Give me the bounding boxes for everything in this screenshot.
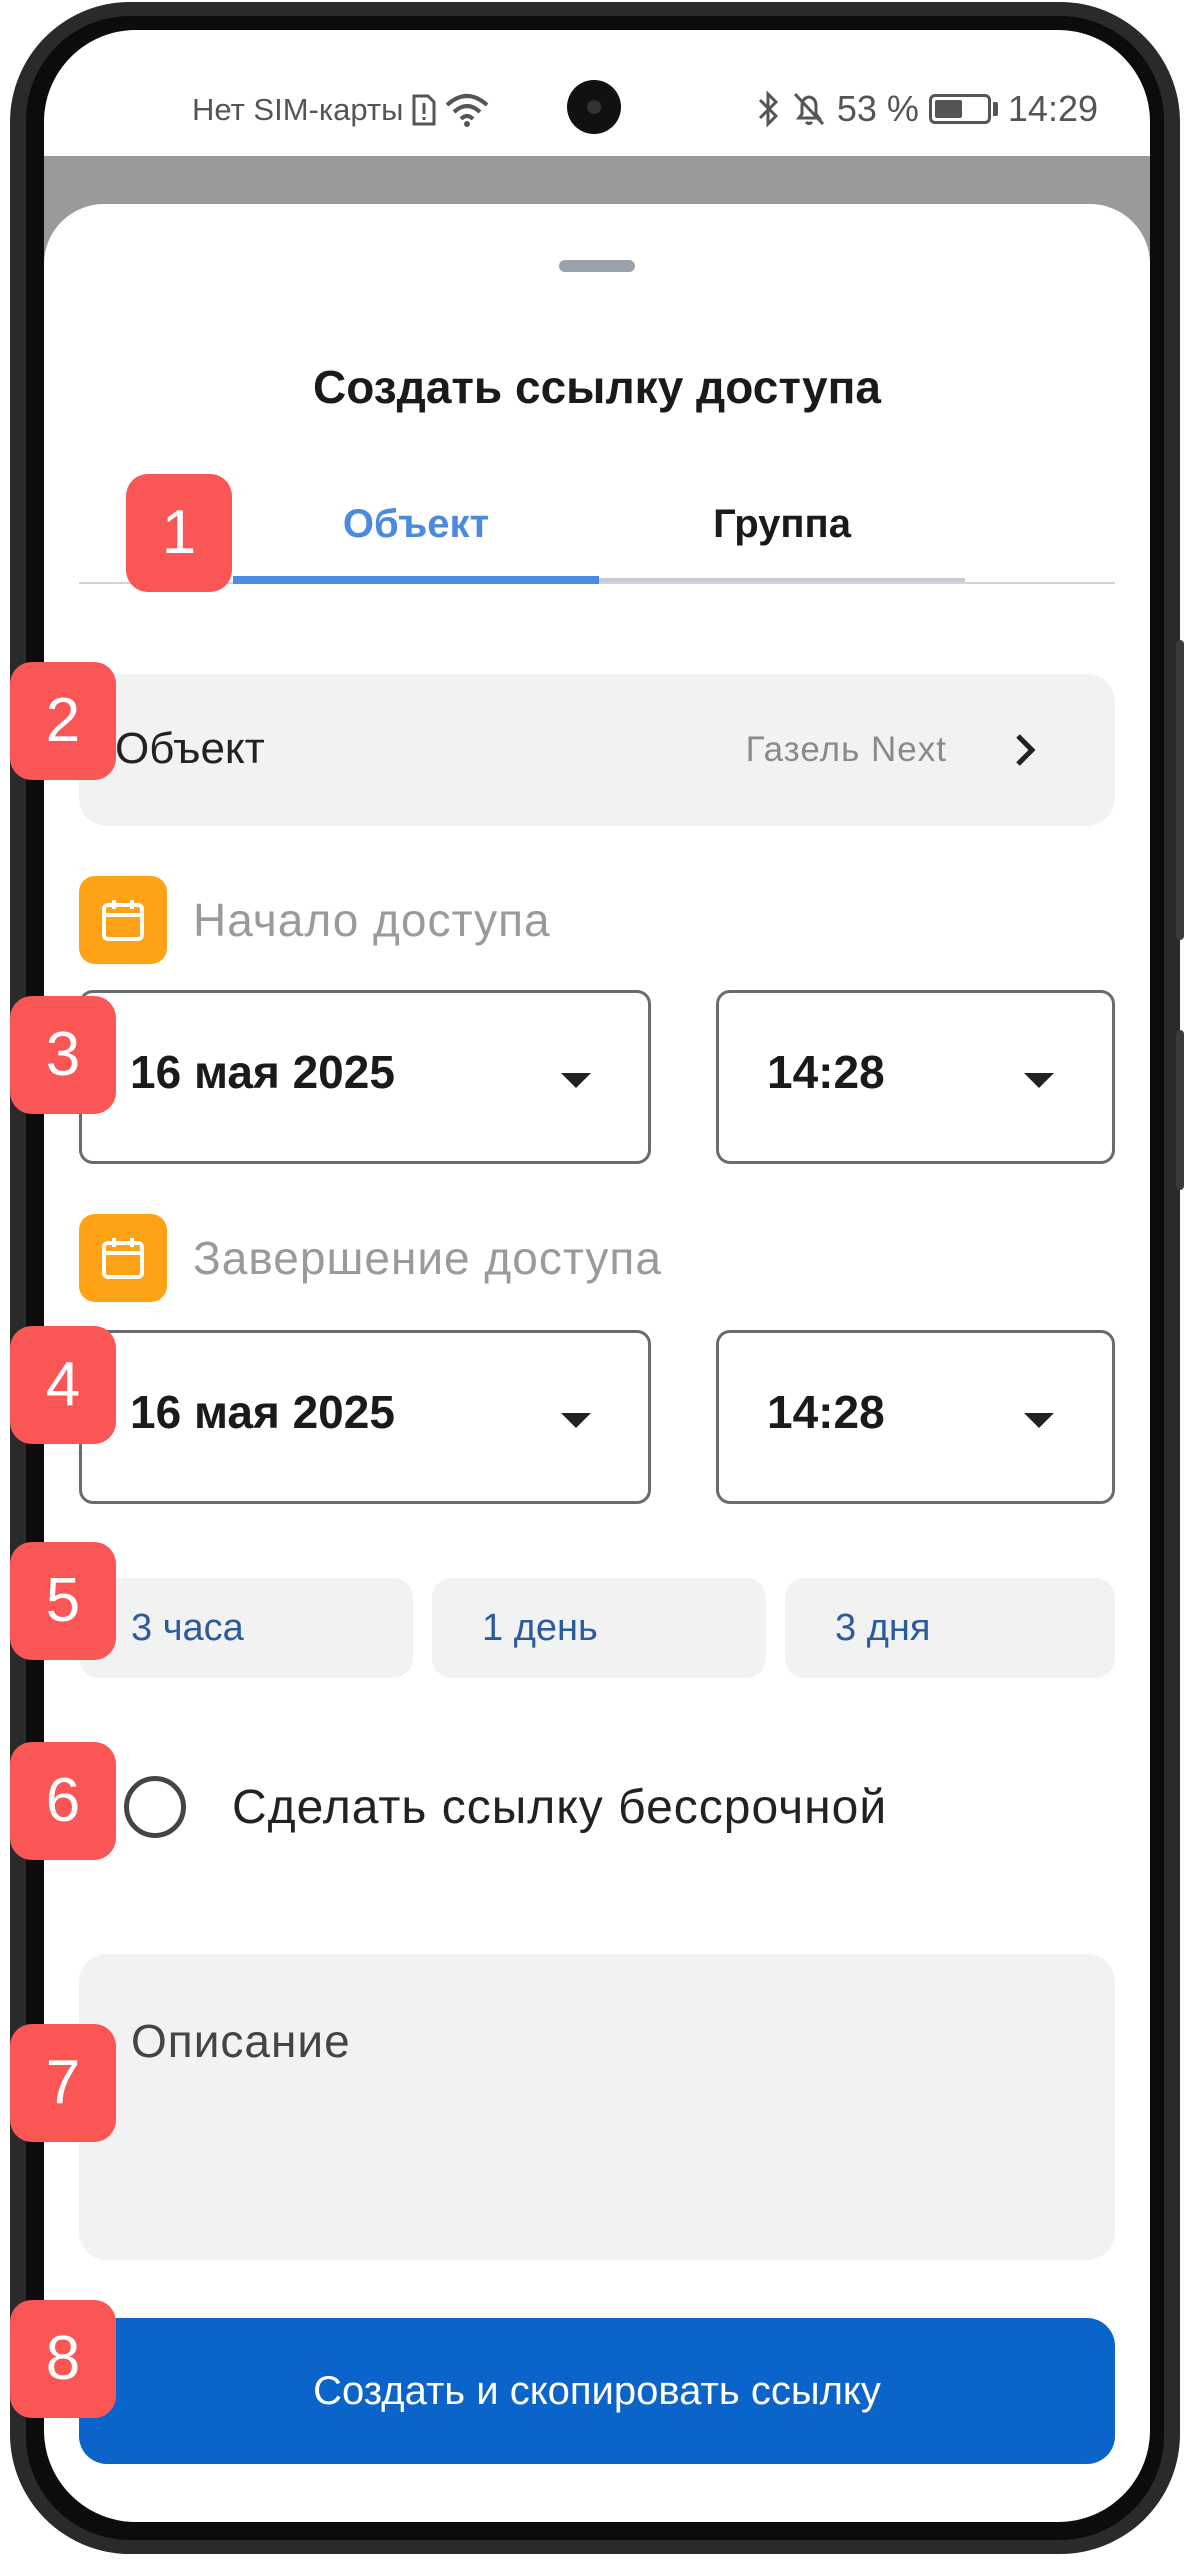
end-date-picker[interactable]: 16 мая 2025 [79, 1330, 651, 1504]
annotation-badge-7: 7 [10, 2024, 116, 2142]
annotation-badge-3: 3 [10, 996, 116, 1114]
tab-active-indicator [233, 576, 599, 584]
status-bar: Нет SIM-карты 53 % 14:29 [44, 30, 1150, 156]
create-and-copy-link-button[interactable]: Создать и скопировать ссылку [79, 2318, 1115, 2464]
battery-icon [928, 94, 991, 124]
end-date-value: 16 мая 2025 [130, 1386, 395, 1438]
tab-group[interactable]: Группа [599, 494, 965, 584]
end-access-label: Завершение доступа [193, 1232, 662, 1284]
dropdown-arrow-icon [1024, 1413, 1054, 1428]
tab-object[interactable]: Объект [233, 494, 599, 584]
start-time-value: 14:28 [767, 1046, 885, 1098]
end-access-header: Завершение доступа [79, 1214, 662, 1302]
status-right: 53 % 14:29 [757, 88, 1098, 130]
annotation-badge-5: 5 [10, 1542, 116, 1660]
bluetooth-icon [758, 90, 778, 128]
annotation-badge-4: 4 [10, 1326, 116, 1444]
sheet-drag-handle[interactable] [559, 260, 635, 272]
annotation-badge-6: 6 [10, 1742, 116, 1860]
annotation-badge-2: 2 [10, 662, 116, 780]
battery-cap [992, 102, 998, 116]
wifi-icon [446, 94, 489, 127]
tab-group-underline [599, 578, 965, 582]
description-placeholder: Описание [131, 2015, 351, 2067]
object-row-label: Объект [115, 724, 265, 773]
duration-chip-1-day[interactable]: 1 день [432, 1578, 766, 1678]
permanent-link-radio[interactable] [124, 1776, 186, 1838]
object-row-value: Газель Next [745, 730, 947, 769]
volume-button [1176, 640, 1184, 940]
power-button [1176, 1030, 1184, 1190]
battery-percent: 53 % [836, 88, 919, 129]
tab-bar: Объект Группа [79, 494, 1115, 584]
calendar-icon [79, 1214, 167, 1302]
permanent-link-label[interactable]: Сделать ссылку бессрочной [232, 1780, 887, 1835]
sheet-title: Создать ссылку доступа [313, 361, 881, 413]
annotation-badge-1: 1 [126, 474, 232, 592]
chevron-right-icon [1016, 734, 1036, 766]
start-access-header: Начало доступа [79, 876, 551, 964]
description-input[interactable]: Описание [79, 1954, 1115, 2260]
muted-bell-icon [793, 92, 824, 126]
clock: 14:29 [1007, 88, 1098, 129]
dropdown-arrow-icon [561, 1413, 591, 1428]
calendar-icon [79, 876, 167, 964]
status-left: Нет SIM-карты [192, 92, 489, 128]
start-access-label: Начало доступа [193, 894, 551, 946]
dropdown-arrow-icon [1024, 1073, 1054, 1088]
end-time-picker[interactable]: 14:28 [716, 1330, 1115, 1504]
end-time-value: 14:28 [767, 1386, 885, 1438]
duration-chip-3-hours[interactable]: 3 часа [79, 1578, 413, 1678]
front-camera [567, 80, 621, 134]
phone-screen: Нет SIM-карты 53 % 14:29 Создать ссылку … [44, 30, 1150, 2522]
start-date-value: 16 мая 2025 [130, 1046, 395, 1098]
annotation-badge-8: 8 [10, 2300, 116, 2418]
sim-alert-icon [412, 94, 436, 126]
object-selector-row[interactable]: Объект Газель Next [79, 674, 1115, 826]
start-date-picker[interactable]: 16 мая 2025 [79, 990, 651, 1164]
duration-chip-3-days[interactable]: 3 дня [785, 1578, 1115, 1678]
dropdown-arrow-icon [561, 1073, 591, 1088]
start-time-picker[interactable]: 14:28 [716, 990, 1115, 1164]
carrier-text: Нет SIM-карты [192, 92, 404, 127]
